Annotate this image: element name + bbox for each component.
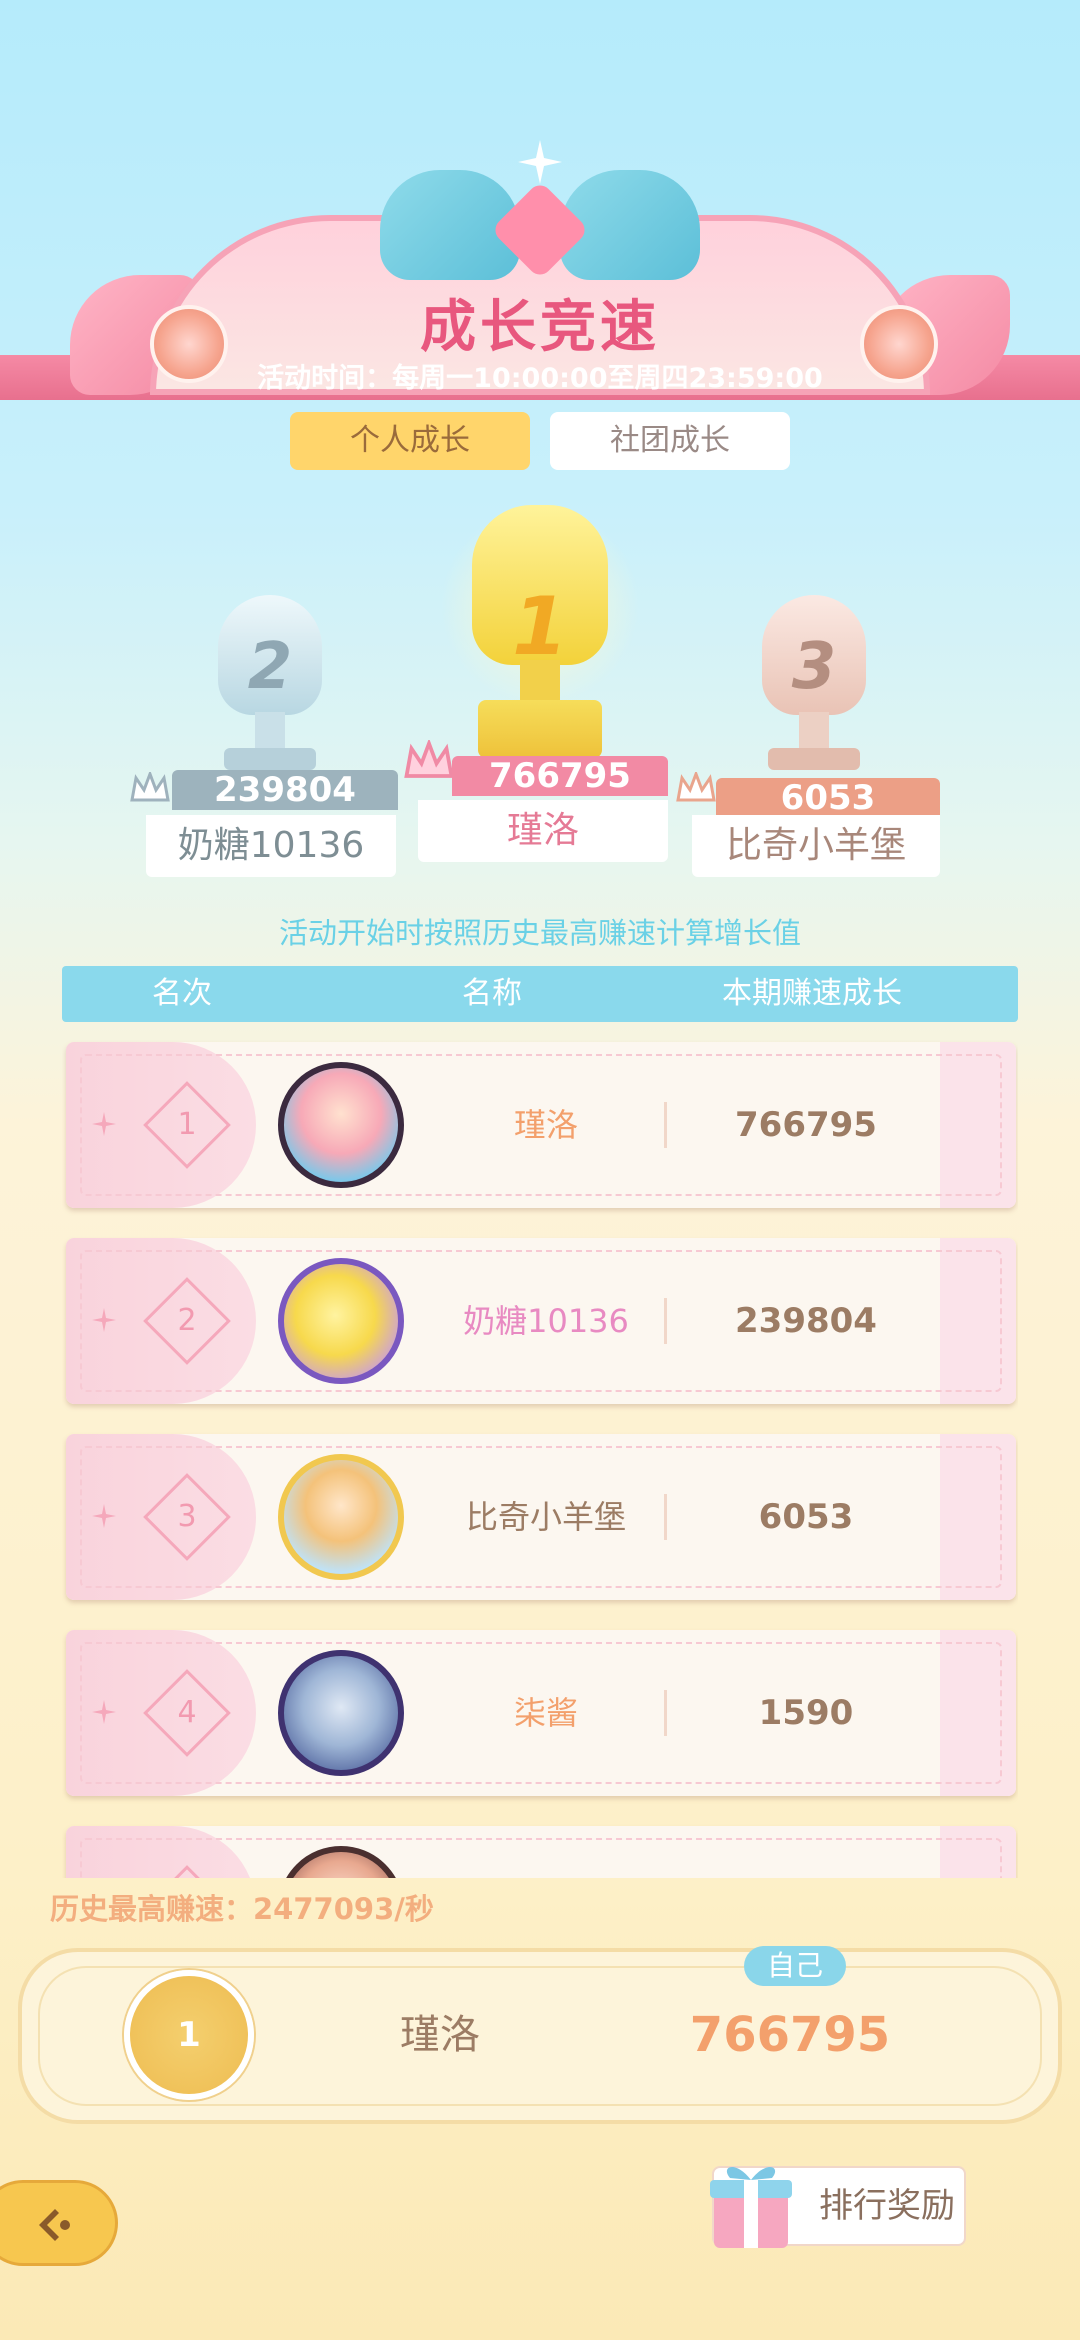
row-score: 1590 (758, 1693, 854, 1733)
self-tag-badge: 自己 (744, 1946, 846, 1986)
row-rank: 1 (177, 1107, 197, 1142)
header-name: 名称 (462, 976, 522, 1011)
sparkle-icon (92, 1700, 116, 1724)
table-row[interactable] (66, 1826, 1016, 1878)
back-button[interactable] (0, 2180, 118, 2266)
podium-first-score: 766795 (452, 756, 668, 796)
avatar[interactable] (278, 1062, 404, 1188)
row-name: 柒酱 (513, 1694, 578, 1732)
podium-second-rank: 2 (247, 630, 293, 704)
row-name: 奶糖10136 (463, 1302, 629, 1340)
ranking-list[interactable]: 1 瑾洛 766795 2 奶糖10136 239804 3 比奇小羊堡 605… (62, 1038, 1018, 1878)
crown-gold-icon (404, 740, 454, 778)
sparkle-icon (92, 1112, 116, 1136)
podium-first-name: 瑾洛 (418, 800, 668, 862)
row-rank: 2 (177, 1303, 197, 1338)
table-row[interactable]: 4 柒酱 1590 (66, 1630, 1016, 1796)
back-arrow-icon (39, 2209, 70, 2241)
self-score: 766795 (689, 2007, 891, 2063)
table-row[interactable]: 3 比奇小羊堡 6053 (66, 1434, 1016, 1600)
crown-bronze-icon (676, 772, 716, 802)
row-name: 瑾洛 (513, 1106, 578, 1144)
self-name: 瑾洛 (400, 2012, 480, 2058)
avatar[interactable] (278, 1258, 404, 1384)
podium-second-name: 奶糖10136 (146, 815, 396, 877)
podium-second-score: 239804 (172, 770, 398, 810)
header-rank: 名次 (152, 976, 212, 1011)
header-growth: 本期赚速成长 (722, 976, 902, 1011)
crown-silver-icon (130, 772, 170, 802)
event-time-text: 活动时间：每周一10:00:00至周四23:59:00 (257, 363, 823, 394)
ranking-reward-label: 排行奖励 (819, 2186, 955, 2226)
calculation-note: 活动开始时按照历史最高赚速计算增长值 (278, 916, 801, 950)
star-sparkle-icon (518, 140, 562, 184)
podium-first-rank: 1 (512, 580, 568, 673)
tab-club-growth[interactable]: 社团成长 (550, 412, 790, 470)
gift-box-icon (710, 2166, 792, 2248)
page-title: 成长竞速 (420, 295, 660, 360)
table-row[interactable]: 1 瑾洛 766795 (66, 1042, 1016, 1208)
podium-third-score: 6053 (716, 778, 940, 818)
row-rank: 3 (177, 1499, 197, 1534)
tab-personal-growth[interactable]: 个人成长 (290, 412, 530, 470)
ranking-table-header: 名次 名称 本期赚速成长 (62, 966, 1018, 1022)
history-best-speed: 历史最高赚速：2477093/秒 (50, 1892, 434, 1926)
sparkle-icon (92, 1308, 116, 1332)
row-score: 766795 (735, 1105, 877, 1145)
row-score: 239804 (735, 1301, 877, 1341)
avatar[interactable] (278, 1650, 404, 1776)
sparkle-icon (92, 1504, 116, 1528)
row-rank: 4 (177, 1695, 197, 1730)
avatar[interactable] (278, 1846, 404, 1878)
row-score: 6053 (758, 1497, 854, 1537)
podium-third-rank: 3 (791, 630, 837, 704)
self-rank: 1 (177, 2015, 201, 2055)
table-row[interactable]: 2 奶糖10136 239804 (66, 1238, 1016, 1404)
row-name: 比奇小羊堡 (465, 1498, 626, 1536)
podium-third-name: 比奇小羊堡 (692, 815, 940, 877)
avatar[interactable] (278, 1454, 404, 1580)
